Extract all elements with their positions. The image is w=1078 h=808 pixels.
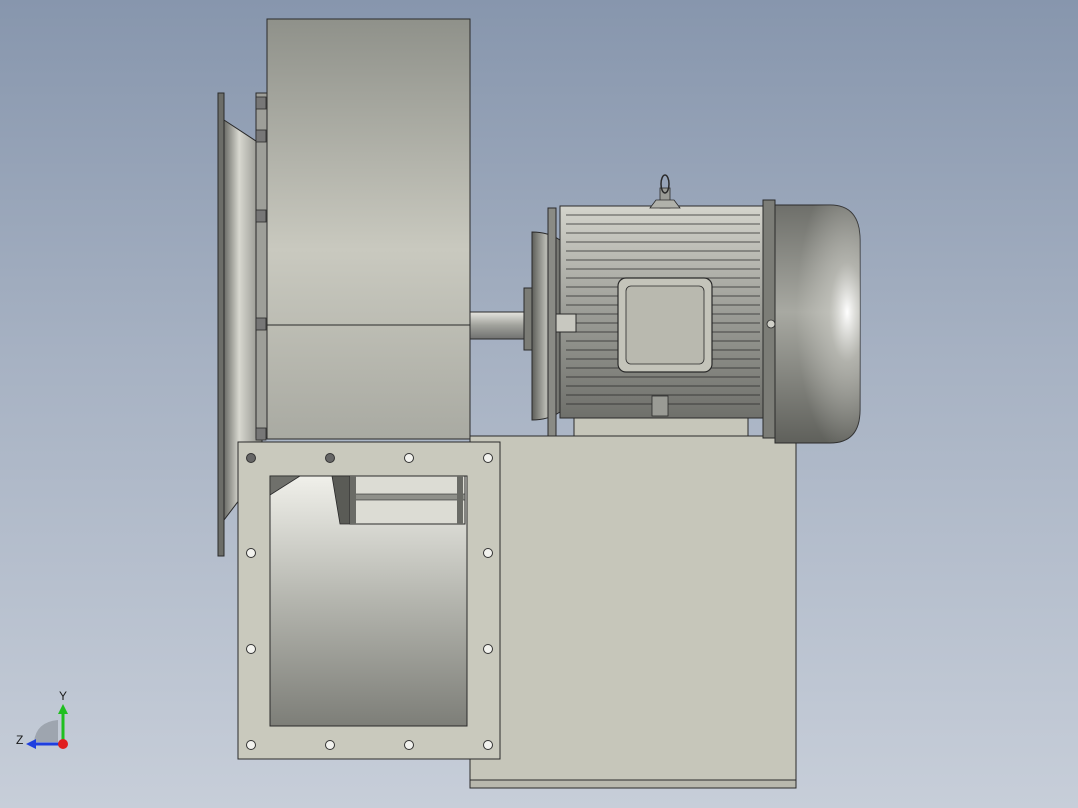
electric-motor	[523, 174, 861, 444]
orientation-triad[interactable]: Y Z	[14, 686, 78, 750]
fan-scroll-housing	[266, 18, 575, 440]
lifting-eye-bolt-icon	[649, 174, 681, 209]
cad-3d-viewport[interactable]: Y Z	[0, 0, 1078, 808]
triad-z-label: Z	[16, 733, 23, 747]
outlet-flange	[237, 441, 501, 760]
triad-graphic: Y Z	[16, 689, 68, 749]
triad-y-label: Y	[59, 689, 67, 703]
x-axis-dot	[58, 739, 68, 749]
fan-assembly-model	[217, 18, 861, 789]
motor-base-frame	[469, 435, 797, 789]
motor-shaft	[469, 311, 529, 340]
